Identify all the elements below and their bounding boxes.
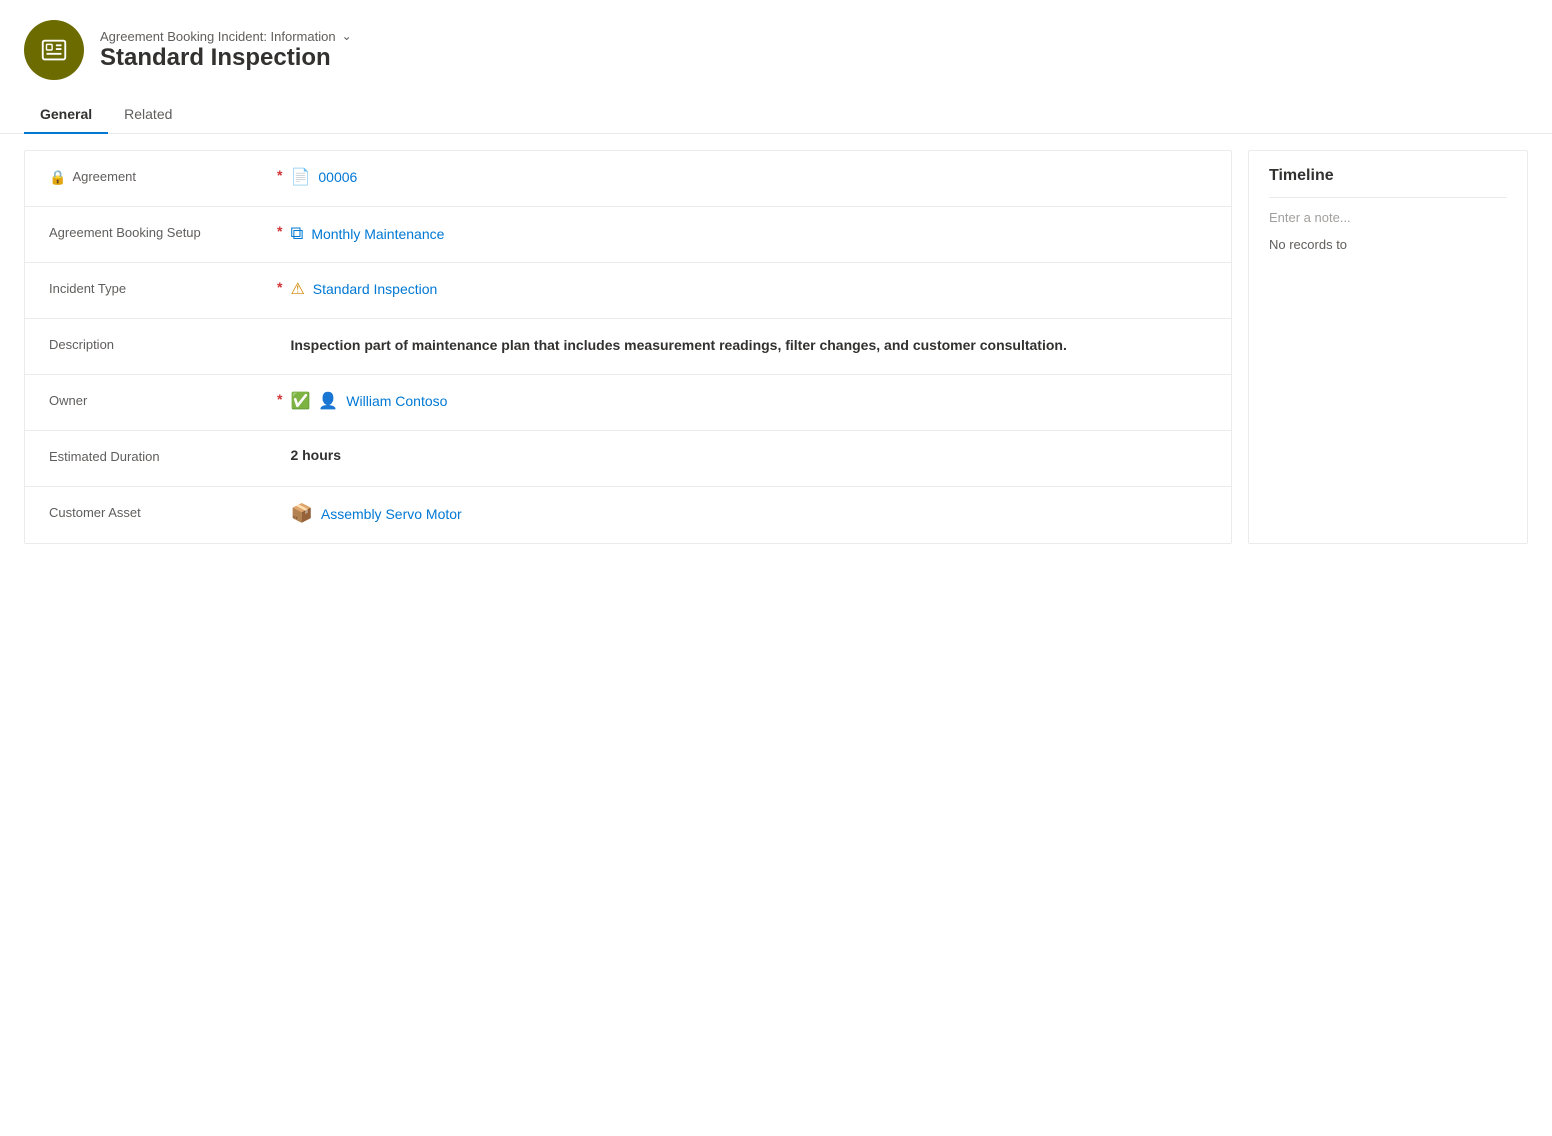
owner-required: * (277, 391, 282, 407)
header-text-block: Agreement Booking Incident: Information … (100, 29, 352, 72)
customer-asset-label: Customer Asset (49, 503, 269, 520)
field-customer-asset: Customer Asset * 📦 Assembly Servo Motor (25, 487, 1231, 543)
breadcrumb-label: Agreement Booking Incident: Information (100, 29, 336, 44)
field-incident-type: Incident Type * ⚠ Standard Inspection (25, 263, 1231, 319)
user-icon: 👤 (318, 391, 338, 411)
incident-type-required: * (277, 279, 282, 295)
agreement-booking-setup-label: Agreement Booking Setup (49, 223, 269, 240)
incident-type-value: ⚠ Standard Inspection (290, 279, 1207, 299)
agreement-booking-setup-value: ⧉ Monthly Maintenance (290, 223, 1207, 244)
main-content: 🔒 Agreement * 📄 00006 Agreement Booking … (0, 134, 1552, 560)
form-card: 🔒 Agreement * 📄 00006 Agreement Booking … (24, 150, 1232, 544)
doc-icon: 📄 (290, 167, 310, 187)
description-value: Inspection part of maintenance plan that… (290, 335, 1207, 356)
owner-value: ✅ 👤 William Contoso (290, 391, 1207, 411)
breadcrumb[interactable]: Agreement Booking Incident: Information … (100, 29, 352, 44)
timeline-note-input[interactable]: Enter a note... (1269, 210, 1507, 225)
estimated-duration-label: Estimated Duration (49, 447, 269, 464)
owner-label: Owner (49, 391, 269, 408)
agreement-booking-setup-link[interactable]: Monthly Maintenance (311, 226, 444, 242)
field-agreement-booking-setup: Agreement Booking Setup * ⧉ Monthly Main… (25, 207, 1231, 263)
estimated-duration-text: 2 hours (290, 447, 341, 463)
field-agreement: 🔒 Agreement * 📄 00006 (25, 151, 1231, 207)
lock-icon: 🔒 (49, 169, 66, 186)
agreement-label: 🔒 Agreement (49, 167, 269, 186)
field-estimated-duration: Estimated Duration * 2 hours (25, 431, 1231, 487)
timeline-card: Timeline Enter a note... No records to (1248, 150, 1528, 544)
timeline-empty-message: No records to (1269, 237, 1507, 252)
page-header: Agreement Booking Incident: Information … (0, 0, 1552, 96)
asset-icon: 📦 (290, 503, 312, 524)
incident-type-link[interactable]: Standard Inspection (313, 281, 438, 297)
chevron-down-icon: ⌄ (342, 29, 352, 43)
timeline-title: Timeline (1269, 167, 1507, 185)
customer-asset-link[interactable]: Assembly Servo Motor (321, 506, 462, 522)
page-title: Standard Inspection (100, 44, 352, 72)
agreement-link[interactable]: 00006 (318, 169, 357, 185)
tab-general[interactable]: General (24, 96, 108, 134)
field-description: Description * Inspection part of mainten… (25, 319, 1231, 375)
description-label: Description (49, 335, 269, 352)
warning-icon: ⚠ (290, 279, 304, 299)
timeline-divider (1269, 197, 1507, 198)
customer-asset-value: 📦 Assembly Servo Motor (290, 503, 1207, 524)
agreement-required: * (277, 167, 282, 183)
estimated-duration-value: 2 hours (290, 447, 1207, 463)
booking-icon: ⧉ (290, 223, 303, 244)
agreement-booking-setup-required: * (277, 223, 282, 239)
check-circle-icon: ✅ (290, 391, 310, 411)
incident-type-label: Incident Type (49, 279, 269, 296)
owner-link[interactable]: William Contoso (346, 393, 447, 409)
app-avatar (24, 20, 84, 80)
tab-related[interactable]: Related (108, 96, 188, 134)
agreement-value: 📄 00006 (290, 167, 1207, 187)
field-owner: Owner * ✅ 👤 William Contoso (25, 375, 1231, 431)
tab-bar: General Related (0, 96, 1552, 134)
